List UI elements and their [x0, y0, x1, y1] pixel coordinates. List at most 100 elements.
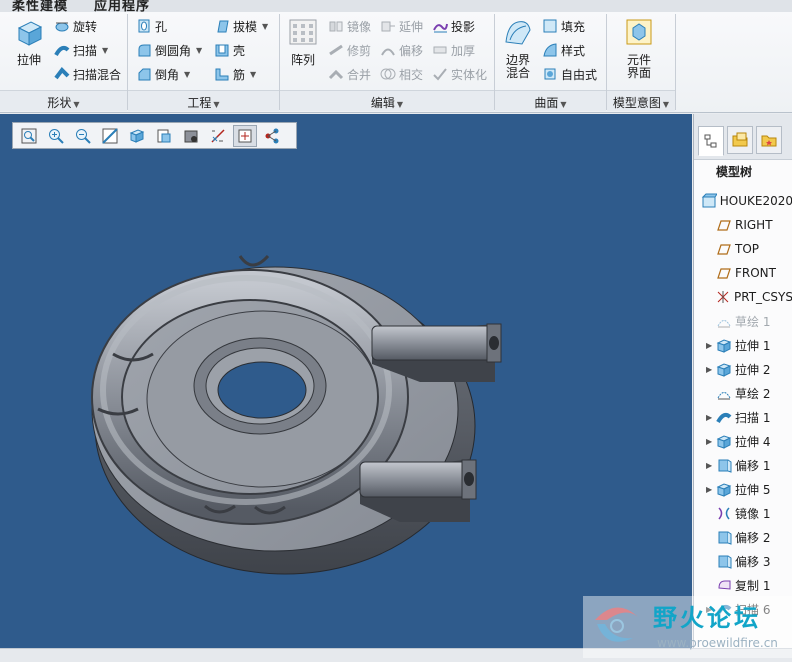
- ribbon: 拉伸 旋转 扫描 ▼ 扫描混合 形状 ▼ 孔 倒圆角 ▼ 倒角 ▼ 拔模 ▼ 壳 筋 ▼: [0, 12, 792, 113]
- model-tree-item-label: 复制 1: [735, 578, 771, 593]
- offset-icon: [718, 555, 732, 569]
- chevron-down-icon[interactable]: ▼: [102, 46, 108, 55]
- freestyle-icon: [544, 68, 556, 80]
- surface-group-footer[interactable]: 曲面 ▼: [495, 90, 606, 111]
- chevron-down-icon[interactable]: ▼: [262, 22, 268, 31]
- shape-group-footer[interactable]: 形状 ▼: [0, 90, 127, 111]
- edit-group-label: 编辑: [370, 96, 395, 110]
- model-tree-item-label: 草绘 1: [735, 314, 771, 329]
- intersect-label: 相交: [399, 67, 424, 82]
- surface-group-label: 曲面: [534, 96, 559, 110]
- chevron-down-icon[interactable]: ▼: [196, 46, 202, 55]
- model-tree-panel: 模型树 HOUKE2020 RIGHT TOP FRONT PRT_CSYS 草绘 1 ▶ 拉…: [693, 114, 792, 648]
- hole-button[interactable]: 孔: [136, 16, 167, 36]
- edit-group-footer[interactable]: 编辑 ▼: [280, 90, 494, 111]
- engineering-group-footer[interactable]: 工程 ▼: [128, 90, 279, 111]
- upper-pipe-opening: [489, 336, 499, 350]
- freestyle-button[interactable]: 自由式: [542, 64, 597, 84]
- expand-arrow-icon[interactable]: ▶: [706, 485, 716, 494]
- tab-favorites[interactable]: [756, 126, 782, 154]
- swept-blend-button[interactable]: 扫描混合: [54, 64, 121, 84]
- round-button[interactable]: 倒圆角 ▼: [136, 40, 202, 60]
- tab-applications[interactable]: 应用程序: [94, 0, 150, 12]
- trim-icon: [329, 44, 343, 56]
- model-tree-item[interactable]: ▶ 扫描 1: [694, 406, 792, 428]
- project-button[interactable]: 投影: [432, 16, 475, 36]
- style-button[interactable]: 样式: [542, 40, 585, 60]
- hole-label: 孔: [155, 19, 168, 34]
- swept-blend-icon: [54, 66, 70, 80]
- offset-icon: [718, 531, 732, 545]
- mirror-button[interactable]: 镜像: [328, 16, 371, 36]
- model-tree-item[interactable]: FRONT: [694, 262, 792, 284]
- model-tree-item[interactable]: 复制 1: [694, 574, 792, 596]
- expand-arrow-icon[interactable]: ▶: [706, 341, 716, 350]
- expand-arrow-icon[interactable]: ▶: [706, 365, 716, 374]
- pattern-label: 阵列: [290, 53, 315, 67]
- trim-button[interactable]: 修剪: [328, 40, 371, 60]
- draft-button[interactable]: 拔模 ▼: [214, 16, 268, 36]
- chevron-down-icon[interactable]: ▼: [250, 70, 256, 79]
- model-tree-item[interactable]: 镜像 1: [694, 502, 792, 524]
- thicken-button[interactable]: 加厚: [432, 40, 475, 60]
- expand-arrow-icon[interactable]: ▶: [706, 413, 716, 422]
- fill-label: 填充: [561, 19, 586, 34]
- model-tree-item[interactable]: ▶ 拉伸 2: [694, 358, 792, 380]
- model-tree-item[interactable]: ▶ 拉伸 5: [694, 478, 792, 500]
- sketch-icon: [717, 320, 731, 328]
- model-tree-item[interactable]: ▶ 偏移 1: [694, 454, 792, 476]
- model-3d-render[interactable]: [0, 114, 692, 648]
- graphics-window[interactable]: [0, 114, 692, 648]
- component-interface-button[interactable]: 元件界面: [620, 16, 658, 80]
- model-tree-item-label: 拉伸 1: [735, 338, 771, 353]
- model-tree-item-label: 镜像 1: [735, 506, 771, 521]
- shape-group-label: 形状: [47, 96, 72, 110]
- boundary-blend-button[interactable]: 边界混合: [499, 16, 537, 80]
- expand-arrow-icon[interactable]: ▶: [706, 437, 716, 446]
- model-tree-item-label: 拉伸 4: [735, 434, 771, 449]
- model-tree-item-label: 偏移 1: [735, 458, 771, 473]
- model-tree-item[interactable]: ▶ 拉伸 4: [694, 430, 792, 452]
- intent-group-footer[interactable]: 模型意图 ▼: [607, 90, 675, 111]
- tab-folder-browser[interactable]: [727, 126, 753, 154]
- offset-button[interactable]: 偏移: [380, 40, 423, 60]
- tab-flexible-modeling[interactable]: 柔性建模: [12, 0, 68, 12]
- sweep-button[interactable]: 扫描 ▼: [54, 40, 108, 60]
- extrude-button[interactable]: 拉伸: [10, 16, 48, 67]
- offset-icon: [718, 459, 732, 473]
- intersect-icon: [380, 68, 396, 80]
- pattern-button[interactable]: 阵列: [284, 16, 322, 67]
- model-tree-item-label: TOP: [735, 242, 760, 256]
- intent-group-label: 模型意图: [612, 96, 661, 110]
- model-tree-item[interactable]: 偏移 3: [694, 550, 792, 572]
- merge-button[interactable]: 合并: [328, 64, 371, 84]
- expand-arrow-icon[interactable]: ▶: [706, 461, 716, 470]
- chevron-down-icon[interactable]: ▼: [184, 70, 190, 79]
- model-tree-item[interactable]: PRT_CSYS: [694, 286, 792, 308]
- model-tree-item[interactable]: 草绘 1: [694, 310, 792, 332]
- offset-label: 偏移: [399, 43, 424, 58]
- model-tree-item[interactable]: ▶ 拉伸 1: [694, 334, 792, 356]
- model-tree-item[interactable]: 偏移 2: [694, 526, 792, 548]
- solidify-label: 实体化: [451, 67, 488, 82]
- intersect-button[interactable]: 相交: [380, 64, 423, 84]
- solidify-button[interactable]: 实体化: [432, 64, 487, 84]
- shell-button[interactable]: 壳: [214, 40, 245, 60]
- model-tree-item-label: 拉伸 5: [735, 482, 771, 497]
- revolve-button[interactable]: 旋转: [54, 16, 97, 36]
- extend-icon: [381, 21, 395, 32]
- watermark-url: www.proewildfire.cn: [657, 636, 778, 650]
- chamfer-icon: [138, 68, 151, 81]
- rib-button[interactable]: 筋 ▼: [214, 64, 256, 84]
- mirror-icon: [329, 21, 343, 32]
- tab-model-tree[interactable]: [698, 126, 724, 156]
- model-tree-item-label: 拉伸 2: [735, 362, 771, 377]
- hole-icon: [138, 19, 150, 33]
- extend-button[interactable]: 延伸: [380, 16, 423, 36]
- chamfer-button[interactable]: 倒角 ▼: [136, 64, 190, 84]
- model-tree-item[interactable]: TOP: [694, 238, 792, 260]
- model-tree-item[interactable]: RIGHT: [694, 214, 792, 236]
- fill-button[interactable]: 填充: [542, 16, 585, 36]
- model-tree-item[interactable]: 草绘 2: [694, 382, 792, 404]
- model-tree-item[interactable]: HOUKE2020: [694, 190, 792, 212]
